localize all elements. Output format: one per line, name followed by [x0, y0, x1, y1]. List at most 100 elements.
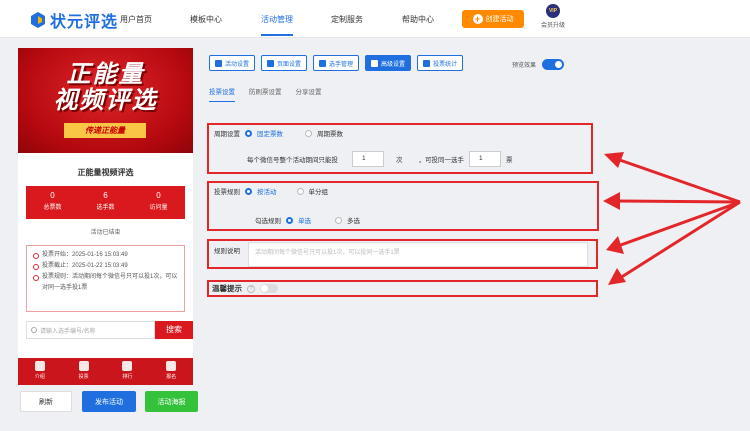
radio-fixed[interactable]	[245, 129, 252, 137]
stat-visits: 0 访问量	[132, 186, 185, 219]
vip-label: 会员升级	[540, 23, 565, 29]
event-status: 活动已结束	[90, 230, 121, 236]
sub-tabs: 投票设置 防刷票设置 分享设置	[209, 86, 322, 102]
nav-custom-service[interactable]: 定制服务	[331, 14, 363, 36]
radio-by-activity[interactable]	[245, 187, 252, 195]
period-row: 周期设置 固定票数 周期票数	[214, 128, 343, 138]
tool-label: 页面设置	[277, 61, 302, 68]
tool-activity-settings[interactable]: 活动设置	[209, 55, 256, 71]
trophy-icon	[122, 361, 133, 371]
tool-vote-stats[interactable]: 投票统计	[417, 55, 464, 71]
search-placeholder: 请输入选手编号/名称	[40, 328, 96, 335]
vote-times-input[interactable]: 1	[352, 151, 384, 167]
radio-single-choice[interactable]	[286, 216, 293, 224]
subtab-share[interactable]: 分享设置	[296, 86, 322, 102]
radio-single-choice-label: 单选	[298, 218, 311, 225]
radio-single-group[interactable]	[296, 187, 304, 195]
tool-page-settings[interactable]: 页面设置	[261, 55, 308, 71]
settings-toolbar: 活动设置 页面设置 选手管理 高级设置 投票统计	[209, 55, 464, 71]
radio-multi-choice-label: 多选	[347, 218, 360, 225]
phone-preview: 正能量 视频评选 传递正能量 正能量视频评选 0 总票数 6 选手数 0 访问量 活动…	[18, 48, 193, 385]
nav-user-home[interactable]: 用户首页	[120, 14, 152, 36]
edit-icon	[166, 361, 177, 371]
clock-icon	[33, 275, 39, 281]
search-input[interactable]: 请输入选手编号/名称	[26, 321, 155, 339]
stat-value: 0	[50, 191, 55, 200]
info-start: 投票开始：2025-01-16 15:03:49	[42, 252, 128, 258]
stats-bar: 0 总票数 6 选手数 0 访问量	[26, 186, 185, 219]
clock-icon	[33, 264, 39, 270]
banner-ribbon: 传递正能量	[64, 123, 146, 138]
event-banner: 正能量 视频评选 传递正能量	[18, 48, 193, 153]
publish-button[interactable]: 发布活动	[82, 391, 136, 412]
unit-votes: 票	[506, 157, 513, 164]
stat-value: 0	[156, 191, 161, 200]
info-end: 投票截止：2025-01-22 15:03:49	[42, 263, 128, 269]
unit-times: 次	[396, 157, 403, 164]
event-title: 正能量视频评选	[77, 168, 134, 177]
radio-periodic-label: 周期票数	[317, 131, 343, 138]
rule-desc-textarea[interactable]: 活动期间每个微信号只可以投1次，可以投同一选手1票	[248, 242, 588, 267]
nav-help-center[interactable]: 帮助中心	[402, 14, 434, 36]
logo[interactable]: 状元评选	[30, 8, 118, 32]
sliders-icon	[371, 59, 379, 67]
create-activity-label: 创建活动	[485, 16, 514, 23]
vip-upgrade[interactable]: VIP 会员升级	[538, 4, 568, 29]
logo-icon	[31, 12, 45, 28]
tool-label: 活动设置	[225, 61, 250, 68]
tab-rank[interactable]: 排行	[106, 358, 150, 385]
refresh-button[interactable]: 刷新	[20, 391, 72, 412]
subtab-vote-settings[interactable]: 投票设置	[209, 86, 235, 102]
users-icon	[319, 59, 327, 67]
search-button[interactable]: 搜索	[155, 321, 193, 339]
select-rule-label: 勾选规则	[255, 218, 281, 225]
tab-label: 报名	[166, 374, 177, 380]
tool-advanced-settings[interactable]: 高级设置	[365, 55, 412, 71]
tip-switch[interactable]	[260, 284, 278, 293]
period-limit-row: 每个微信号整个活动期间只能投 1 次 ，可投同一选手 1 票	[247, 151, 513, 167]
info-row: 投票截止：2025-01-22 15:03:49	[33, 261, 178, 272]
tool-contestant-manage[interactable]: 选手管理	[313, 55, 360, 71]
stat-value: 6	[103, 191, 108, 200]
annotation-arrows	[603, 152, 741, 285]
info-row: 投票开始：2025-01-16 15:03:49	[33, 250, 178, 261]
radio-single-group-label: 单分组	[308, 189, 329, 196]
tool-label: 投票统计	[433, 61, 458, 68]
preview-tabbar: 介绍 投票 排行 报名	[18, 358, 193, 385]
info-rule: 投票规则：活动期间每个微信号只可以投1次，可以对同一选手投1票	[42, 274, 178, 291]
tab-vote[interactable]: 投票	[62, 358, 106, 385]
tab-label: 投票	[78, 374, 89, 380]
period-label: 周期设置	[214, 131, 240, 138]
clock-icon	[33, 253, 39, 259]
nav-template-center[interactable]: 模板中心	[190, 14, 222, 36]
plus-icon: +	[472, 14, 483, 24]
tab-intro[interactable]: 介绍	[18, 358, 62, 385]
radio-periodic[interactable]	[305, 129, 312, 137]
tab-signup[interactable]: 报名	[149, 358, 193, 385]
gear-icon	[215, 59, 222, 67]
radio-fixed-label: 固定票数	[257, 131, 283, 138]
create-activity-button[interactable]: + 创建活动	[462, 10, 524, 28]
same-contestant-text: ，可投同一选手	[418, 157, 465, 164]
nav-activity-manage[interactable]: 活动管理	[261, 14, 293, 36]
stat-label: 总票数	[43, 205, 62, 211]
preview-switch[interactable]	[542, 59, 565, 70]
rule-desc-label: 规则说明	[214, 248, 240, 255]
radio-multi-choice[interactable]	[335, 216, 342, 224]
radio-by-activity-label: 按活动	[257, 189, 277, 196]
stat-label: 访问量	[149, 205, 168, 211]
tab-label: 介绍	[34, 374, 45, 380]
select-rule-row: 勾选规则 单选 多选	[255, 215, 360, 225]
tool-label: 高级设置	[381, 61, 406, 68]
document-icon	[34, 361, 45, 371]
banner-title-line2: 视频评选	[53, 87, 158, 114]
top-bar: 状元评选 用户首页 模板中心 活动管理 定制服务 帮助中心 + 创建活动 VIP…	[0, 0, 750, 38]
event-info-box: 投票开始：2025-01-16 15:03:49 投票截止：2025-01-22…	[26, 245, 185, 312]
poster-button[interactable]: 活动海报	[145, 391, 198, 412]
tab-label: 排行	[122, 374, 133, 380]
help-icon[interactable]: ?	[247, 284, 255, 293]
subtab-anti-fraud[interactable]: 防刷票设置	[249, 86, 282, 102]
same-contestant-input[interactable]: 1	[469, 151, 501, 167]
logo-text: 状元评选	[50, 14, 119, 31]
rule-row: 投票规则 按活动 单分组	[214, 186, 328, 196]
